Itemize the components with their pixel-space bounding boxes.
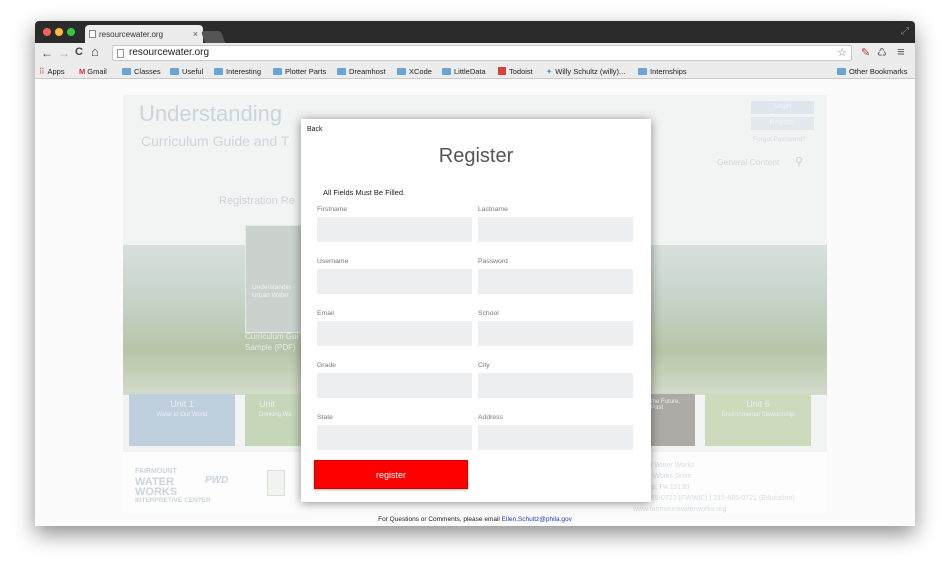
bookmark-star-icon[interactable]: ☆ xyxy=(837,46,847,59)
lastname-field[interactable] xyxy=(478,217,633,242)
address-field[interactable] xyxy=(478,425,633,450)
folder-icon xyxy=(442,68,451,75)
folder-icon xyxy=(837,68,846,75)
school-field[interactable] xyxy=(478,321,633,346)
bookmark-todoist[interactable]: Todoist xyxy=(498,67,533,76)
bookmark-littledata[interactable]: LittleData xyxy=(442,67,486,76)
register-submit-button[interactable]: register xyxy=(314,460,468,489)
twitter-bird-icon: ✦ xyxy=(546,67,553,76)
state-label: State xyxy=(317,414,333,421)
school-label: School xyxy=(478,310,499,317)
fullscreen-icon[interactable]: ⤢ xyxy=(901,26,909,37)
page-icon xyxy=(89,30,96,38)
folder-icon xyxy=(273,68,282,75)
folder-icon xyxy=(122,68,131,75)
page-icon xyxy=(117,49,124,58)
bookmark-gmail[interactable]: M Gmail xyxy=(79,67,107,76)
menu-icon[interactable]: ≡ xyxy=(897,44,905,59)
url-text: resourcewater.org xyxy=(129,47,210,58)
bookmarks-bar: ⠿ Apps M Gmail Classes Useful Interesting … xyxy=(35,64,915,79)
contact-email-link[interactable]: Ellen.Schultz@phila.gov xyxy=(502,516,572,523)
city-label: City xyxy=(478,362,490,369)
address-bar[interactable]: resourcewater.org ☆ xyxy=(112,45,852,61)
email-label: Email xyxy=(317,310,334,317)
username-field[interactable] xyxy=(317,269,472,294)
folder-icon xyxy=(638,68,647,75)
minimize-window-button[interactable] xyxy=(55,28,63,36)
apps-grid-icon: ⠿ xyxy=(39,67,45,76)
bookmark-plotter-parts[interactable]: Plotter Parts xyxy=(273,67,326,76)
folder-icon xyxy=(214,68,223,75)
bookmark-twitter[interactable]: ✦ Willy Schultz (willy)... xyxy=(546,67,625,76)
bookmark-xcode[interactable]: XCode xyxy=(397,67,432,76)
state-field[interactable] xyxy=(317,425,472,450)
username-label: Username xyxy=(317,258,349,265)
close-window-button[interactable] xyxy=(43,28,51,36)
contact-text: For Questions or Comments, please email xyxy=(378,516,500,523)
back-link[interactable]: Back xyxy=(307,126,323,133)
tab-title: resourcewater.org xyxy=(99,30,164,39)
todoist-icon xyxy=(498,67,506,75)
lastname-label: Lastname xyxy=(478,206,508,213)
new-tab-button[interactable] xyxy=(200,31,226,43)
grade-label: Grade xyxy=(317,362,336,369)
bookmark-interesting[interactable]: Interesting xyxy=(214,67,261,76)
browser-window: resourcewater.org × ⤢ ← → C ⌂ resourcewa… xyxy=(35,21,915,526)
extension-icon[interactable]: ✎ xyxy=(861,46,870,59)
bookmark-classes[interactable]: Classes xyxy=(122,67,161,76)
password-label: Password xyxy=(478,258,508,265)
zoom-window-button[interactable] xyxy=(67,28,75,36)
bookmark-other[interactable]: Other Bookmarks xyxy=(837,67,907,76)
browser-tab[interactable]: resourcewater.org × xyxy=(85,25,203,43)
address-label: Address xyxy=(478,414,503,421)
bookmark-apps[interactable]: ⠿ Apps xyxy=(39,67,65,76)
city-field[interactable] xyxy=(478,373,633,398)
folder-icon xyxy=(337,68,346,75)
grade-field[interactable] xyxy=(317,373,472,398)
page-viewport: Understanding Curriculum Guide and T Reg… xyxy=(35,79,915,526)
recycle-icon[interactable]: ♺ xyxy=(877,46,887,59)
modal-title: Register xyxy=(438,145,514,167)
gmail-icon: M xyxy=(79,67,86,76)
bookmark-useful[interactable]: Useful xyxy=(170,67,203,76)
email-field[interactable] xyxy=(317,321,472,346)
tab-close-icon[interactable]: × xyxy=(193,29,198,39)
back-arrow-icon[interactable]: ← xyxy=(41,46,53,60)
reload-icon[interactable]: C xyxy=(75,46,83,58)
forward-arrow-icon[interactable]: → xyxy=(58,46,70,60)
folder-icon xyxy=(397,68,406,75)
firstname-field[interactable] xyxy=(317,217,472,242)
register-modal: Back Register All Fields Must Be Filled.… xyxy=(301,119,651,502)
title-bar: resourcewater.org × ⤢ xyxy=(35,21,915,43)
contact-line: For Questions or Comments, please email … xyxy=(35,516,915,523)
password-field[interactable] xyxy=(478,269,633,294)
bookmark-dreamhost[interactable]: Dreamhost xyxy=(337,67,386,76)
bookmark-internships[interactable]: Internships xyxy=(638,67,687,76)
home-icon[interactable]: ⌂ xyxy=(91,44,99,59)
firstname-label: Firstname xyxy=(317,206,348,213)
browser-toolbar: ← → C ⌂ resourcewater.org ☆ ✎ ♺ ≡ xyxy=(35,43,915,64)
folder-icon xyxy=(170,68,179,75)
validation-notice: All Fields Must Be Filled. xyxy=(323,188,406,197)
